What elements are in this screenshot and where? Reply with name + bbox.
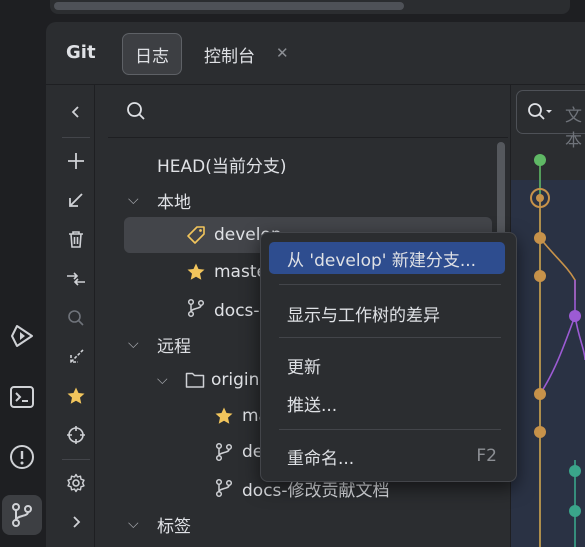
- add-icon[interactable]: [60, 145, 92, 177]
- branch-icon: [214, 478, 234, 498]
- menu-item-update[interactable]: 更新: [269, 349, 505, 381]
- menu-item-label: 重命名...: [287, 448, 355, 469]
- log-search-input[interactable]: 文本: [516, 90, 585, 151]
- checkout-arrow-icon[interactable]: [60, 184, 92, 216]
- search-dropdown-icon[interactable]: [527, 102, 555, 126]
- tag-icon: [186, 225, 206, 245]
- menu-item-label: 更新: [287, 357, 321, 378]
- folder-icon: [185, 371, 205, 389]
- chevron-down-icon[interactable]: ⌵: [128, 516, 148, 532]
- delete-icon[interactable]: [60, 223, 92, 255]
- branch-icon: [186, 298, 206, 318]
- search-icon: [126, 101, 146, 125]
- locate-icon[interactable]: [60, 419, 92, 451]
- commit-graph: [530, 154, 585, 547]
- menu-item-label: 显示与工作树的差异: [287, 305, 440, 326]
- menu-item-label: 推送...: [287, 395, 338, 416]
- top-scrollbar[interactable]: [50, 0, 570, 14]
- git-icon[interactable]: [2, 495, 42, 535]
- commit-node: [534, 270, 546, 282]
- menu-separator: [279, 429, 501, 430]
- local-label: 本地: [157, 192, 191, 213]
- run-icon[interactable]: [2, 316, 42, 356]
- head-label: HEAD(当前分支): [157, 156, 287, 177]
- menu-item-rename[interactable]: 重命名... F2: [269, 440, 505, 472]
- divider: [62, 137, 90, 138]
- remote-label: 远程: [157, 336, 191, 357]
- star-icon[interactable]: [60, 380, 92, 412]
- menu-item-new-branch[interactable]: 从 'develop' 新建分支...: [269, 242, 505, 274]
- chevron-down-icon[interactable]: ⌵: [128, 336, 148, 352]
- tab-log[interactable]: 日志: [122, 33, 182, 75]
- chevron-down-icon[interactable]: ⌵: [128, 192, 148, 208]
- commit-node: [569, 465, 581, 477]
- terminal-icon[interactable]: [2, 377, 42, 417]
- branch-context-menu: 从 'develop' 新建分支... 显示与工作树的差异 更新 推送... 重…: [260, 232, 517, 482]
- compare-icon[interactable]: [60, 263, 92, 295]
- problems-icon[interactable]: [2, 437, 42, 477]
- commit-node: [569, 505, 581, 517]
- commit-node: [534, 388, 546, 400]
- tab-console[interactable]: 控制台: [204, 42, 255, 67]
- menu-item-show-diff[interactable]: 显示与工作树的差异: [269, 297, 505, 329]
- search-icon[interactable]: [60, 302, 92, 334]
- tree-node-origin[interactable]: ⌵ origin: [157, 362, 259, 398]
- commit-node: [534, 232, 546, 244]
- tree-node-local[interactable]: ⌵ 本地: [128, 182, 191, 218]
- branch-search-bar[interactable]: [108, 85, 508, 138]
- chevron-right-icon[interactable]: [60, 506, 92, 538]
- star-icon: [214, 406, 234, 426]
- branch-icon: [214, 442, 234, 462]
- menu-item-push[interactable]: 推送...: [269, 387, 505, 419]
- menu-separator: [279, 284, 501, 285]
- tags-label: 标签: [157, 516, 191, 537]
- commit-node: [534, 154, 546, 166]
- divider: [62, 459, 90, 460]
- chevron-left-icon[interactable]: [60, 96, 92, 128]
- origin-label: origin: [211, 370, 260, 390]
- tree-item-head[interactable]: HEAD(当前分支): [157, 146, 287, 182]
- panel-title: Git: [66, 42, 96, 63]
- commit-node: [534, 426, 546, 438]
- menu-item-shortcut: F2: [476, 446, 497, 466]
- scroll-thumb[interactable]: [54, 2, 404, 10]
- star-icon: [186, 262, 206, 282]
- settings-gear-icon[interactable]: [60, 467, 92, 499]
- tree-node-tags[interactable]: ⌵ 标签: [128, 506, 191, 542]
- tree-node-remote[interactable]: ⌵ 远程: [128, 326, 191, 362]
- menu-item-label: 从 'develop' 新建分支...: [287, 250, 477, 271]
- close-icon[interactable]: ✕: [276, 44, 289, 62]
- menu-separator: [279, 337, 501, 338]
- collapse-icon[interactable]: [60, 341, 92, 373]
- commit-node: [569, 310, 581, 322]
- chevron-down-icon[interactable]: ⌵: [157, 372, 177, 388]
